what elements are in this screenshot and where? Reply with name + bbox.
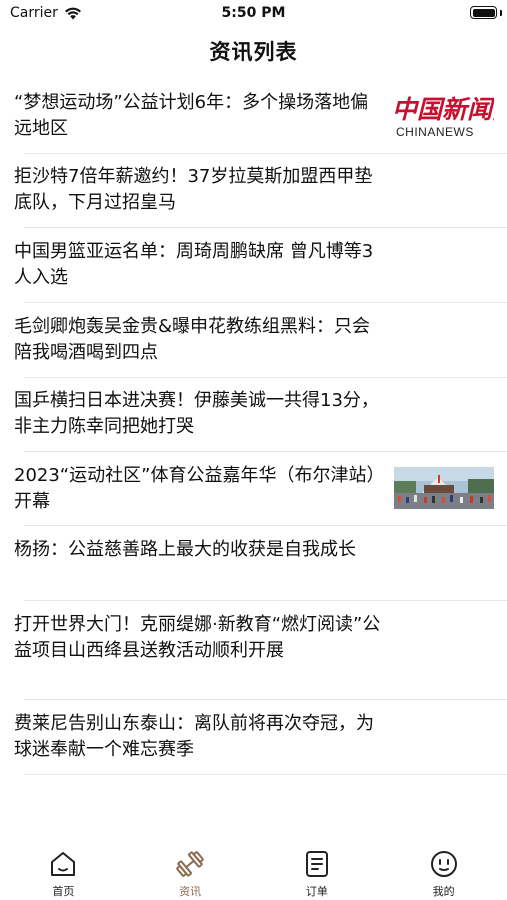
news-item[interactable]: 费莱尼告别山东泰山：离队前将再次夺冠，为球迷奉献一个难忘赛季 — [0, 700, 507, 775]
news-title: “梦想运动场”公益计划6年：多个操场落地偏远地区 — [14, 92, 369, 139]
news-item[interactable]: 拒沙特7倍年薪邀约！37岁拉莫斯加盟西甲垫底队，下月过招皇马 — [0, 154, 507, 228]
news-item[interactable]: 国乒横扫日本进决赛！伊藤美诚一共得13分，非主力陈幸同把她打哭 — [0, 378, 507, 452]
news-thumbnail — [394, 467, 494, 509]
tab-orders[interactable]: 订单 — [254, 838, 381, 900]
tab-bar: 首页 资讯 订单 我的 — [0, 838, 507, 900]
page-title: 资讯列表 — [209, 40, 298, 64]
news-thumbnail: 中国新闻网 CHINANEWS — [394, 90, 494, 138]
svg-text:CHINANEWS: CHINANEWS — [396, 125, 474, 138]
news-item[interactable]: 毛剑卿炮轰吴金贵&曝申花教练组黑料：只会陪我喝酒喝到四点 — [0, 303, 507, 378]
news-title: 2023“运动社区”体育公益嘉年华（布尔津站）开幕 — [14, 465, 385, 512]
order-list-icon — [305, 851, 328, 877]
news-title: 打开世界大门！克丽缇娜·新教育“燃灯阅读”公益项目山西绛县送教活动顺利开展 — [14, 614, 381, 661]
dumbbell-icon — [176, 851, 204, 877]
news-item[interactable]: 2023“运动社区”体育公益嘉年华（布尔津站）开幕 — [0, 452, 507, 526]
tab-label: 资讯 — [179, 885, 202, 898]
news-title: 毛剑卿炮轰吴金贵&曝申花教练组黑料：只会陪我喝酒喝到四点 — [14, 316, 371, 363]
news-item[interactable]: 打开世界大门！克丽缇娜·新教育“燃灯阅读”公益项目山西绛县送教活动顺利开展 — [0, 601, 507, 700]
news-title: 国乒横扫日本进决赛！伊藤美诚一共得13分，非主力陈幸同把她打哭 — [14, 390, 379, 437]
tab-home[interactable]: 首页 — [0, 838, 127, 900]
news-item[interactable]: 中国男篮亚运名单：周琦周鹏缺席 曾凡博等3人入选 — [0, 228, 507, 303]
tab-label: 订单 — [305, 885, 328, 898]
tab-news[interactable]: 资讯 — [127, 838, 254, 900]
news-title: 费莱尼告别山东泰山：离队前将再次夺冠，为球迷奉献一个难忘赛季 — [14, 713, 374, 760]
chinanews-logo: 中国新闻网 CHINANEWS — [394, 90, 494, 138]
event-photo — [394, 467, 494, 509]
tab-label: 首页 — [52, 885, 75, 898]
tab-profile[interactable]: 我的 — [380, 838, 507, 900]
news-title: 中国男篮亚运名单：周琦周鹏缺席 曾凡博等3人入选 — [14, 241, 374, 288]
news-item[interactable]: “梦想运动场”公益计划6年：多个操场落地偏远地区 中国新闻网 CHINANEWS — [0, 80, 507, 154]
divider — [24, 774, 507, 775]
home-icon — [51, 852, 76, 876]
battery-icon — [470, 6, 497, 19]
smiley-face-icon — [430, 851, 457, 877]
news-item[interactable]: 杨扬：公益慈善路上最大的收获是自我成长 — [0, 526, 507, 601]
news-list: “梦想运动场”公益计划6年：多个操场落地偏远地区 中国新闻网 CHINANEWS… — [0, 80, 507, 775]
battery-cap — [500, 10, 502, 16]
news-title: 杨扬：公益慈善路上最大的收获是自我成长 — [14, 539, 356, 560]
svg-text:中国新闻网: 中国新闻网 — [394, 95, 494, 124]
status-bar: Carrier 5:50 PM — [0, 0, 507, 28]
news-title: 拒沙特7倍年薪邀约！37岁拉莫斯加盟西甲垫底队，下月过招皇马 — [14, 166, 373, 213]
clock: 5:50 PM — [221, 5, 286, 21]
tab-label: 我的 — [432, 885, 455, 898]
